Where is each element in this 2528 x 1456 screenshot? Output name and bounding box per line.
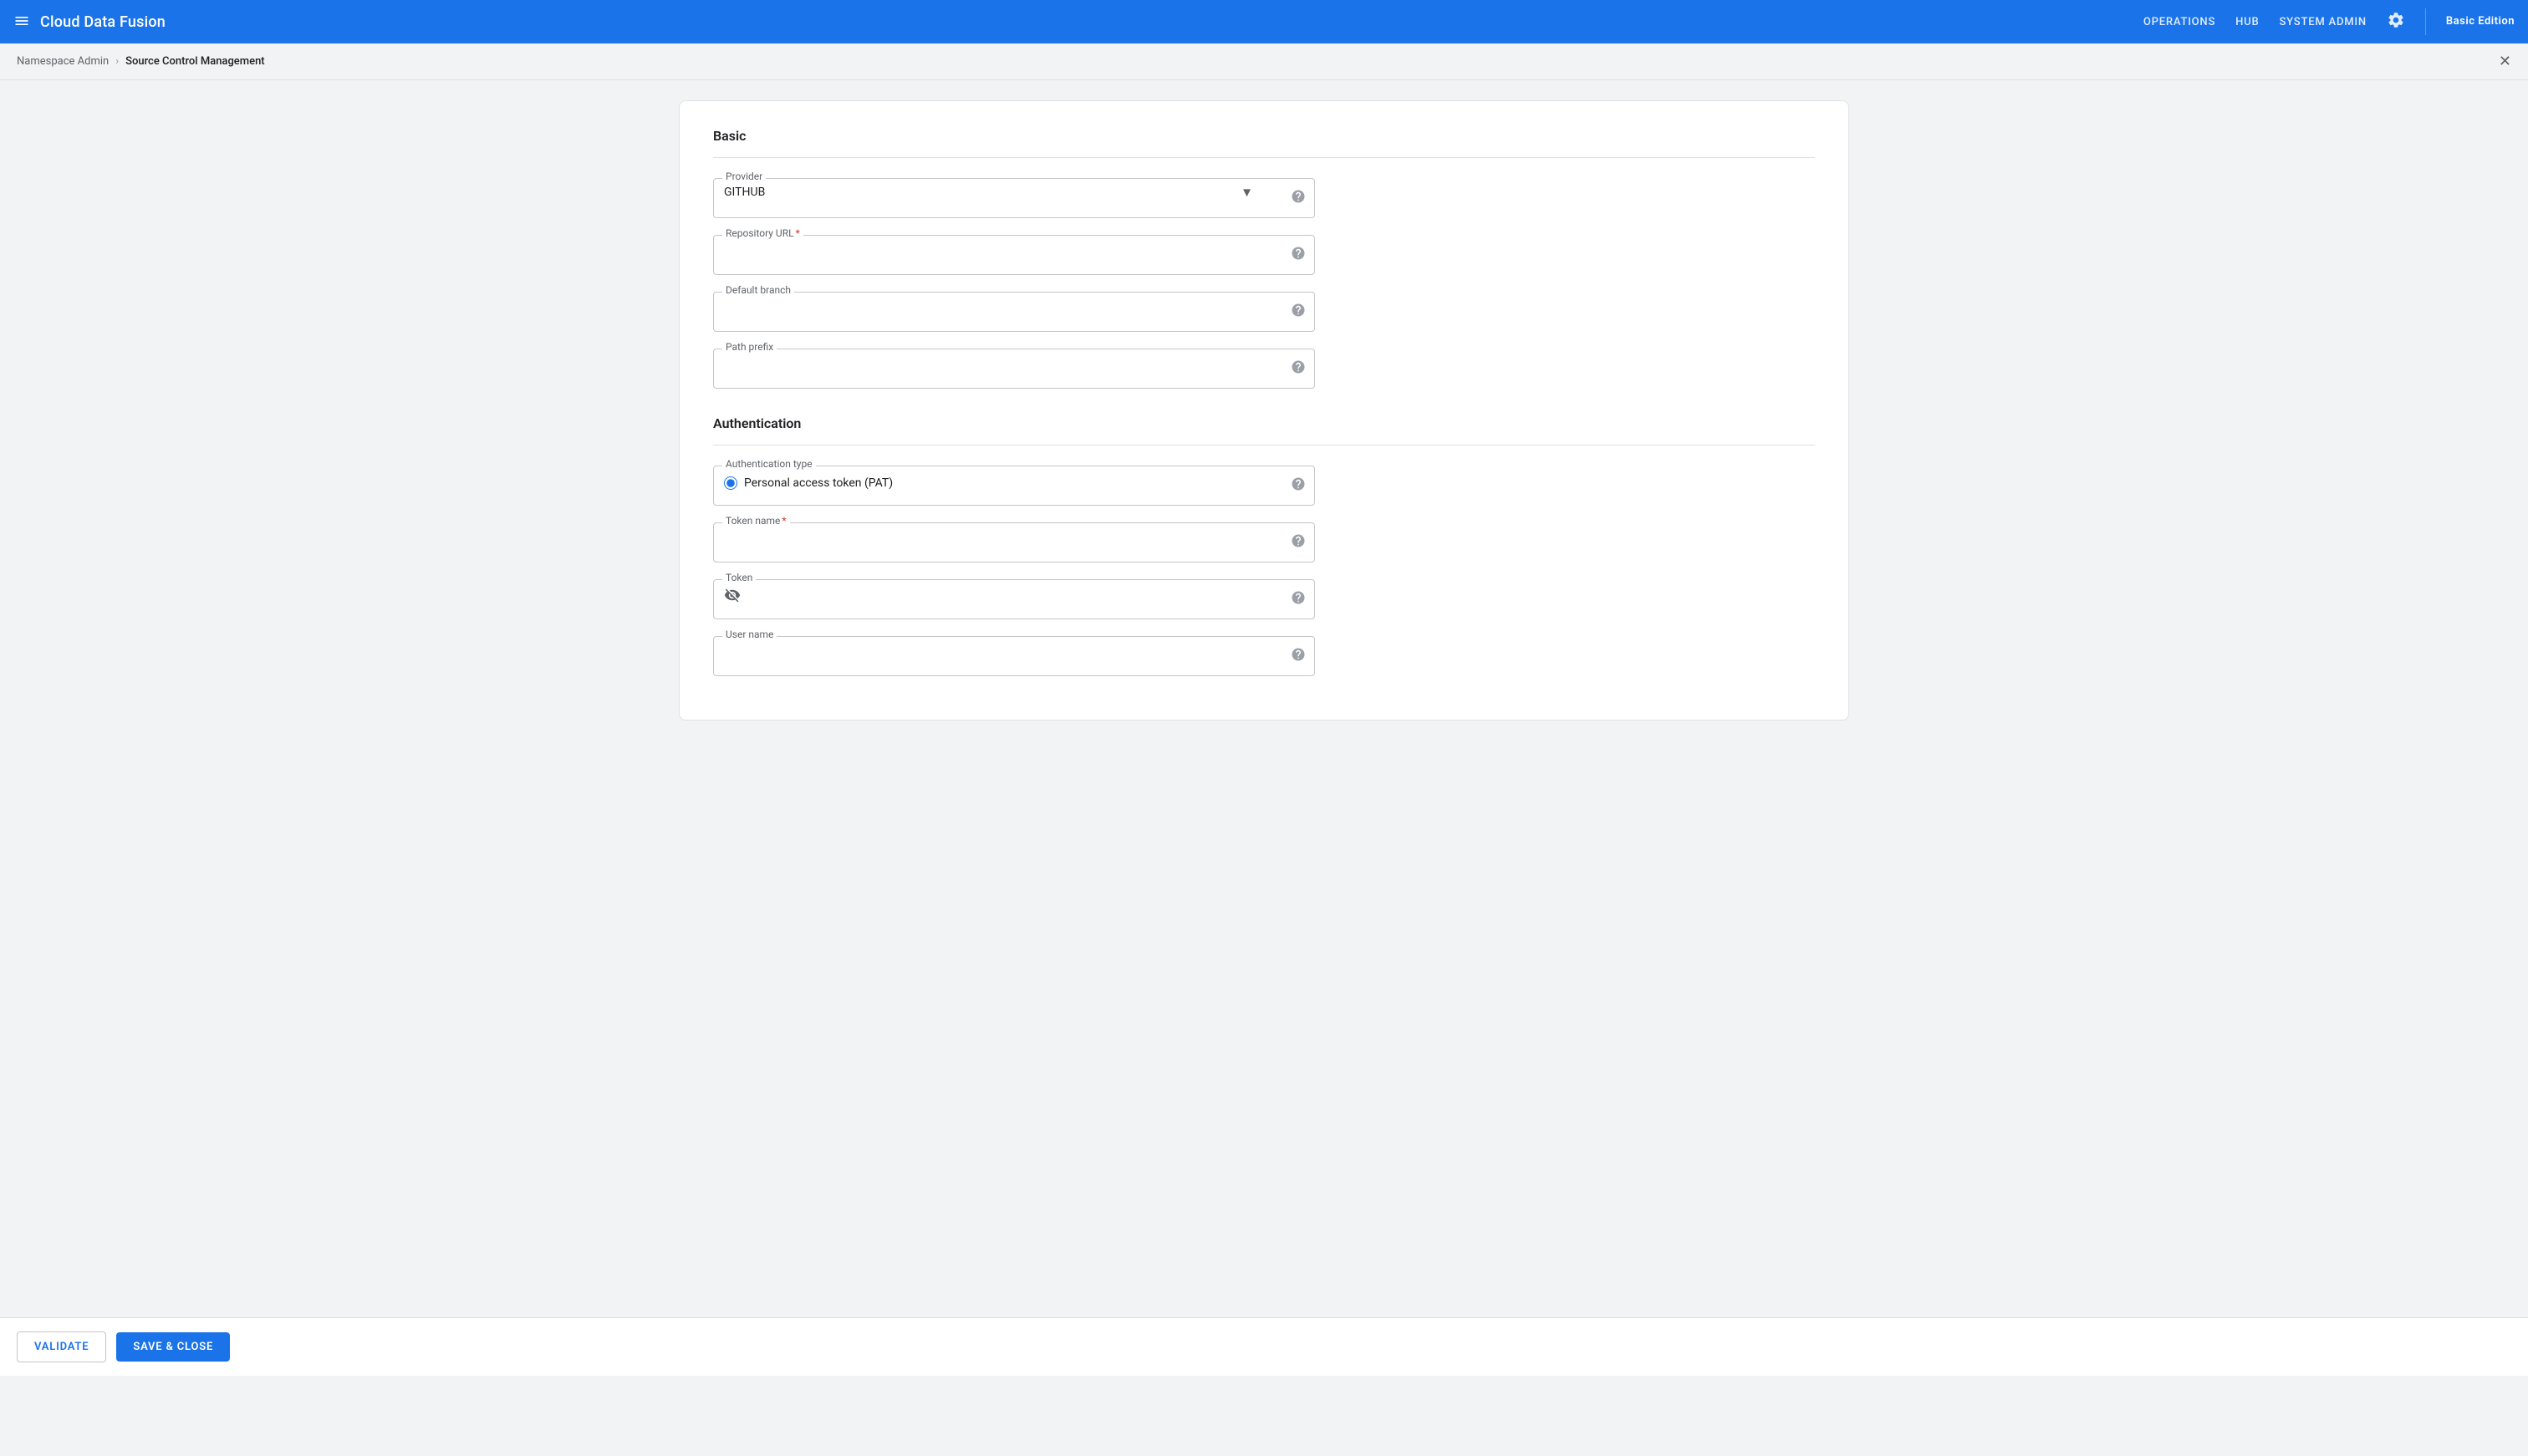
token-name-help-icon[interactable] — [1291, 533, 1306, 552]
token-input[interactable] — [747, 591, 1281, 604]
action-bar: VALIDATE SAVE & CLOSE — [0, 1317, 2528, 1376]
repository-url-label: Repository URL* — [722, 228, 803, 238]
default-branch-help-icon[interactable] — [1291, 303, 1306, 321]
menu-icon[interactable] — [13, 13, 30, 32]
provider-help-icon[interactable] — [1291, 189, 1306, 207]
user-name-field-group: User name — [713, 636, 1315, 676]
breadcrumb-bar: Namespace Admin › Source Control Managem… — [0, 43, 2528, 80]
basic-section: Basic Provider GITHUB GITLAB BITBUCKET ▾ — [713, 128, 1815, 389]
topbar-edition: Basic Edition — [2446, 15, 2515, 29]
user-name-input[interactable] — [724, 644, 1281, 657]
validate-button[interactable]: VALIDATE — [17, 1331, 106, 1362]
provider-select[interactable]: GITHUB GITLAB BITBUCKET — [724, 186, 1281, 199]
auth-type-help-icon[interactable] — [1291, 476, 1306, 495]
basic-section-title: Basic — [713, 128, 1815, 144]
auth-type-field-group: Authentication type Personal access toke… — [713, 466, 1315, 506]
repository-url-input[interactable] — [724, 242, 1281, 256]
save-close-button[interactable]: SAVE & CLOSE — [116, 1332, 230, 1362]
token-help-icon[interactable] — [1291, 590, 1306, 608]
token-field-group: Token — [713, 579, 1315, 619]
settings-icon[interactable] — [2387, 11, 2405, 33]
auth-type-pat-option: Personal access token (PAT) — [724, 473, 1281, 493]
basic-section-divider — [713, 157, 1815, 158]
path-prefix-field-group: Path prefix — [713, 349, 1315, 389]
form-card: Basic Provider GITHUB GITLAB BITBUCKET ▾ — [679, 100, 1849, 720]
default-branch-field-wrapper: Default branch — [713, 292, 1315, 332]
topbar-left: Cloud Data Fusion — [13, 13, 2143, 32]
repository-url-help-icon[interactable] — [1291, 246, 1306, 264]
provider-field-wrapper: Provider GITHUB GITLAB BITBUCKET ▾ — [713, 178, 1315, 218]
authentication-section: Authentication Authentication type Perso… — [713, 415, 1815, 676]
topbar-right: OPERATIONS HUB SYSTEM ADMIN Basic Editio… — [2143, 8, 2515, 35]
token-field-wrapper: Token — [713, 579, 1315, 619]
nav-system-admin[interactable]: SYSTEM ADMIN — [2279, 16, 2366, 28]
nav-operations[interactable]: OPERATIONS — [2143, 16, 2215, 28]
user-name-field-wrapper: User name — [713, 636, 1315, 676]
token-label: Token — [722, 573, 756, 583]
close-icon[interactable]: ✕ — [2499, 53, 2511, 70]
path-prefix-label: Path prefix — [722, 342, 777, 352]
default-branch-label: Default branch — [722, 285, 794, 295]
visibility-off-icon[interactable] — [724, 587, 741, 608]
main-content: Basic Provider GITHUB GITLAB BITBUCKET ▾ — [0, 80, 2528, 1376]
edition-label: Basic Edition — [2446, 15, 2515, 29]
breadcrumb-parent[interactable]: Namespace Admin — [17, 55, 109, 68]
auth-type-pat-label: Personal access token (PAT) — [744, 476, 893, 490]
repository-url-field-group: Repository URL* — [713, 235, 1315, 275]
breadcrumb: Namespace Admin › Source Control Managem… — [17, 55, 2499, 68]
user-name-help-icon[interactable] — [1291, 647, 1306, 665]
auth-section-title: Authentication — [713, 415, 1815, 431]
auth-type-pat-radio[interactable] — [724, 476, 737, 490]
nav-hub[interactable]: HUB — [2235, 16, 2259, 28]
path-prefix-help-icon[interactable] — [1291, 359, 1306, 378]
provider-select-wrapper: GITHUB GITLAB BITBUCKET ▾ — [724, 186, 1281, 199]
auth-type-field-wrapper: Authentication type Personal access toke… — [713, 466, 1315, 506]
path-prefix-field-wrapper: Path prefix — [713, 349, 1315, 389]
user-name-label: User name — [722, 629, 777, 639]
provider-field-group: Provider GITHUB GITLAB BITBUCKET ▾ — [713, 178, 1315, 218]
path-prefix-input[interactable] — [724, 356, 1281, 369]
token-name-input[interactable] — [724, 530, 1281, 543]
app-title: Cloud Data Fusion — [40, 13, 166, 31]
topbar-divider — [2425, 8, 2426, 35]
breadcrumb-current: Source Control Management — [125, 55, 265, 68]
topbar: Cloud Data Fusion OPERATIONS HUB SYSTEM … — [0, 0, 2528, 43]
auth-type-label: Authentication type — [722, 459, 816, 469]
token-name-field-wrapper: Token name* — [713, 522, 1315, 563]
default-branch-input[interactable] — [724, 299, 1281, 313]
provider-label: Provider — [722, 171, 766, 181]
repository-url-field-wrapper: Repository URL* — [713, 235, 1315, 275]
token-name-label: Token name* — [722, 516, 790, 526]
breadcrumb-separator: › — [115, 55, 119, 68]
token-name-field-group: Token name* — [713, 522, 1315, 563]
default-branch-field-group: Default branch — [713, 292, 1315, 332]
